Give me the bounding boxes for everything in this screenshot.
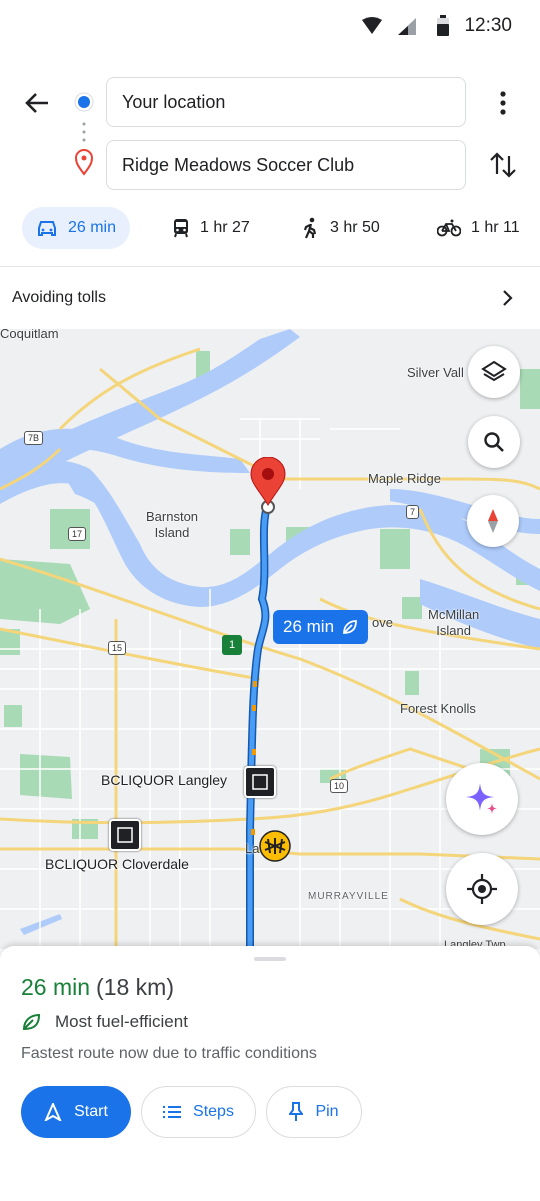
arrow-left-icon	[25, 93, 48, 113]
store-marker-cloverdale[interactable]	[109, 819, 141, 851]
place-silver-valley: Silver Vall	[407, 365, 464, 380]
route-7b-shield: 7B	[24, 431, 44, 445]
place-forest-knolls: Forest Knolls	[400, 701, 476, 716]
mode-walking[interactable]: 3 hr 50	[302, 207, 380, 249]
store-marker-langley[interactable]	[244, 766, 276, 798]
battery-icon	[437, 15, 449, 36]
sparkle-icon	[466, 783, 497, 814]
walk-icon	[303, 217, 317, 239]
my-location-button[interactable]	[446, 853, 518, 925]
compass-icon	[488, 509, 498, 533]
search-map-button[interactable]	[468, 416, 520, 468]
transit-icon	[174, 219, 188, 238]
origin-field[interactable]: Your location	[106, 77, 466, 127]
wifi-icon	[362, 17, 382, 34]
status-bar: 12:30	[0, 0, 540, 52]
chevron-right-icon	[503, 290, 513, 306]
mode-cycling-label: 1 hr 11	[471, 219, 520, 236]
place-grove: ove	[372, 615, 393, 630]
route-options-row[interactable]: Avoiding tolls	[0, 266, 540, 328]
start-label: Start	[74, 1103, 108, 1120]
route-note: Fastest route now due to traffic conditi…	[21, 1045, 317, 1062]
route-details-sheet[interactable]: 26 min (18 km) Most fuel-efficient Fastes…	[0, 946, 540, 1201]
fuel-efficient-label: Most fuel-efficient	[55, 1012, 188, 1031]
route-7-shield: 7	[406, 505, 420, 519]
mode-transit-label: 1 hr 27	[200, 219, 250, 236]
navigation-icon	[44, 1103, 62, 1121]
layers-icon	[481, 360, 507, 382]
mode-walking-label: 3 hr 50	[330, 219, 380, 236]
poi-bcliquor-langley[interactable]: BCLIQUOR Langley	[101, 772, 227, 788]
clock: 12:30	[464, 15, 512, 36]
place-mcmillan-island: McMillan Island	[428, 607, 480, 638]
mode-cycling[interactable]: 1 hr 11	[437, 207, 520, 249]
liquor-store-icon	[117, 827, 133, 843]
route-17-shield: 17	[68, 527, 87, 541]
my-location-icon	[467, 874, 497, 904]
compass-button[interactable]	[467, 495, 519, 547]
layers-button[interactable]	[468, 346, 520, 398]
route-dots-icon	[74, 92, 94, 176]
more-vert-icon	[500, 91, 506, 115]
mode-transit[interactable]: 1 hr 27	[172, 207, 250, 249]
route-duration: 26 min	[21, 974, 91, 1000]
route-eta-text: 26 min	[283, 617, 335, 636]
swap-vert-icon	[490, 152, 516, 178]
swap-button[interactable]	[486, 148, 520, 182]
leaf-icon	[22, 1013, 41, 1031]
route-options-label: Avoiding tolls	[12, 289, 106, 306]
back-button[interactable]	[20, 86, 54, 120]
map-view[interactable]: Coquitlam Silver Vall Maple Ridge Barnst…	[0, 329, 540, 949]
trans-canada-shield: 1	[222, 635, 242, 655]
steps-button[interactable]: Steps	[141, 1086, 256, 1138]
pin-button[interactable]: Pin	[266, 1086, 362, 1138]
list-icon	[163, 1106, 182, 1118]
route-15-shield: 15	[108, 641, 127, 655]
poi-bcliquor-cloverdale[interactable]: BCLIQUOR Cloverdale	[45, 856, 189, 872]
sheet-drag-handle[interactable]	[254, 957, 286, 961]
steps-label: Steps	[193, 1103, 234, 1120]
place-murrayville: MURRAYVILLE	[308, 891, 389, 902]
more-options-button[interactable]	[494, 88, 512, 118]
route-summary: 26 min (18 km)	[21, 974, 174, 1001]
liquor-store-icon	[252, 774, 268, 790]
signal-icon	[398, 18, 416, 35]
gemini-button[interactable]	[446, 763, 518, 835]
railway-crossing-icon[interactable]	[258, 829, 292, 863]
place-barnston-island: Barnston Island	[146, 509, 199, 540]
place-coquitlam: Coquitlam	[0, 329, 59, 341]
search-icon	[484, 432, 504, 452]
route-distance: (18 km)	[96, 974, 174, 1000]
pin-label: Pin	[315, 1103, 339, 1120]
bike-icon	[437, 219, 461, 237]
place-maple-ridge: Maple Ridge	[368, 471, 441, 486]
destination-pin-icon[interactable]	[248, 457, 288, 507]
leaf-icon	[343, 620, 357, 634]
start-button[interactable]: Start	[21, 1086, 131, 1138]
fuel-efficient-badge: Most fuel-efficient	[21, 1012, 188, 1032]
pin-icon	[289, 1102, 304, 1121]
mode-driving[interactable]: 26 min	[22, 207, 130, 249]
mode-driving-label: 26 min	[67, 219, 117, 236]
destination-field[interactable]: Ridge Meadows Soccer Club	[106, 140, 466, 190]
car-icon	[38, 221, 56, 236]
route-10-shield: 10	[330, 779, 349, 793]
route-eta-label[interactable]: 26 min	[273, 610, 369, 644]
